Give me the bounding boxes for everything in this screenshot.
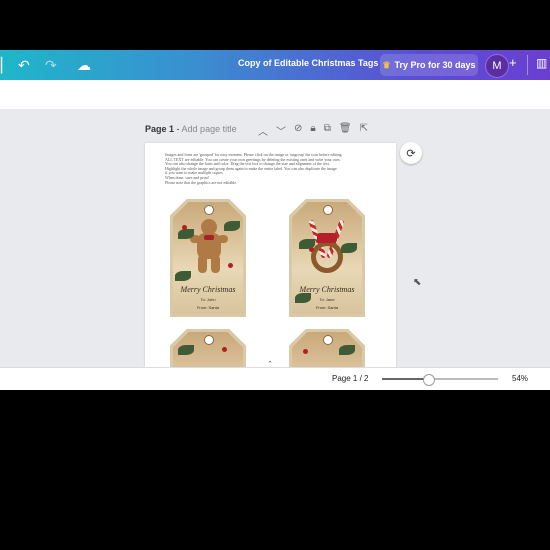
- gift-tag-santa[interactable]: [289, 329, 365, 367]
- holly-berry: [303, 349, 308, 354]
- tag-from[interactable]: From: Santa: [170, 305, 246, 310]
- wreath-image: [311, 241, 343, 273]
- holly-berry: [182, 225, 187, 230]
- zoom-level[interactable]: 54%: [512, 374, 528, 383]
- holly-berry: [222, 347, 227, 352]
- zoom-slider[interactable]: [382, 374, 498, 386]
- holly-berry: [309, 247, 314, 252]
- top-bar: ▏ ↶ ↷ ☁ Copy of Editable Christmas Tags …: [0, 50, 550, 80]
- tag-from[interactable]: From: Santa: [289, 305, 365, 310]
- chevron-up-icon[interactable]: ︿: [258, 123, 268, 138]
- gingerbread-man-image: [190, 219, 228, 275]
- tag-to[interactable]: To: John: [170, 297, 246, 302]
- avatar[interactable]: M: [485, 54, 509, 78]
- comment-plus-icon: ⟳: [406, 147, 416, 160]
- page-title-separator: -: [174, 124, 182, 134]
- instructions-text[interactable]: Images and fonts are 'grouped' for easy …: [165, 153, 385, 185]
- undo-icon[interactable]: ↶: [18, 56, 30, 74]
- menu-edge-icon[interactable]: ▏: [1, 56, 12, 74]
- gingerbread-bow: [204, 235, 214, 240]
- tag-greeting[interactable]: Merry Christmas: [170, 285, 246, 294]
- gift-tag-reindeer[interactable]: [170, 329, 246, 367]
- context-toolbar: [0, 80, 550, 109]
- tag-hole: [204, 335, 214, 345]
- zoom-slider-fill: [382, 378, 429, 380]
- tag-greeting[interactable]: Merry Christmas: [289, 285, 365, 294]
- gift-tag-gingerbread[interactable]: Merry Christmas To: John From: Santa: [170, 199, 246, 317]
- gingerbread-leg: [211, 255, 220, 273]
- design-page[interactable]: Images and fonts are 'grouped' for easy …: [145, 143, 396, 367]
- crown-icon: ♛: [382, 59, 391, 70]
- hide-page-icon[interactable]: ⊘: [294, 123, 302, 138]
- red-bow: [317, 233, 337, 243]
- holly-berry: [228, 263, 233, 268]
- holly-leaf: [178, 229, 194, 239]
- page-title-input[interactable]: Add page title: [182, 124, 237, 134]
- chevron-down-icon[interactable]: ﹀: [276, 123, 286, 138]
- redo-icon[interactable]: ↷: [45, 56, 57, 74]
- tag-to[interactable]: To: Jane: [289, 297, 365, 302]
- page-label: Page 1: [145, 124, 175, 134]
- holly-leaf: [178, 345, 194, 355]
- holly-leaf: [341, 243, 357, 253]
- holly-leaf: [339, 345, 355, 355]
- page-count[interactable]: Page 1 / 2: [332, 374, 368, 383]
- editor-canvas: Page 1 - Add page title ︿ ﹀ ⊘ 🔒︎ ⧉ 🗑︎ ⇱ …: [0, 109, 550, 367]
- bottom-bar: Page 1 / 2 54%: [0, 367, 550, 390]
- lock-icon[interactable]: 🔒︎: [310, 123, 315, 138]
- document-title[interactable]: Copy of Editable Christmas Tags: [238, 58, 378, 68]
- duplicate-icon[interactable]: ⧉: [324, 123, 331, 138]
- cloud-save-icon[interactable]: ☁: [77, 56, 91, 74]
- add-page-icon[interactable]: ⇱: [360, 123, 368, 138]
- divider: [527, 55, 528, 75]
- zoom-slider-handle[interactable]: [423, 374, 436, 386]
- tag-hole: [204, 205, 214, 215]
- mouse-cursor-icon: ⬉: [413, 277, 422, 288]
- holly-leaf: [175, 271, 191, 281]
- holly-leaf: [224, 221, 240, 231]
- page-header: Page 1 - Add page title: [145, 124, 237, 134]
- tag-hole: [323, 335, 333, 345]
- expand-pages-button[interactable]: ⌃: [255, 360, 285, 367]
- insights-icon[interactable]: ▥: [536, 56, 547, 70]
- instruction-line: Please note that the graphics are not ed…: [165, 180, 238, 185]
- trash-icon[interactable]: 🗑︎: [339, 123, 352, 138]
- add-comment-button[interactable]: ⟳: [400, 142, 422, 164]
- tag-hole: [323, 205, 333, 215]
- add-collaborator-icon[interactable]: +: [509, 55, 517, 70]
- gingerbread-head: [201, 219, 217, 235]
- gift-tag-candy-cane[interactable]: Merry Christmas To: Jane From: Santa: [289, 199, 365, 317]
- gingerbread-leg: [198, 255, 207, 273]
- page-actions: ︿ ﹀ ⊘ 🔒︎ ⧉ 🗑︎ ⇱: [258, 123, 368, 138]
- try-pro-button[interactable]: ♛ Try Pro for 30 days: [380, 54, 478, 76]
- try-pro-label: Try Pro for 30 days: [394, 60, 476, 70]
